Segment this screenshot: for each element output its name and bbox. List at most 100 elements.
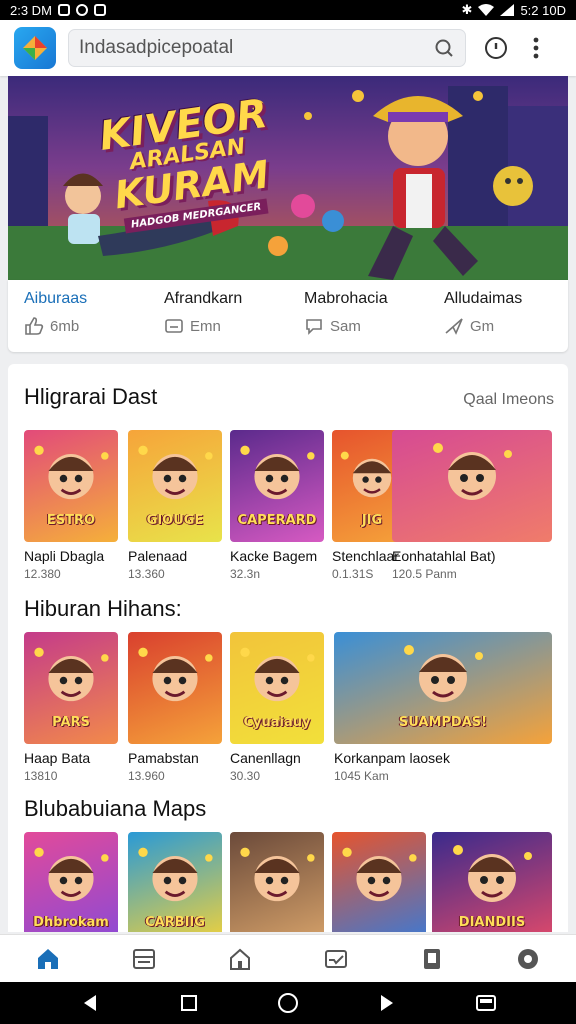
game-artwork: Dhbrokam bbox=[24, 832, 118, 932]
category-tab-afrandkarn[interactable]: Afrandkarn Emn bbox=[148, 280, 288, 352]
game-row: PARS Haap Bata 13810 Pamabstan 13.960 Cyuaiau… bbox=[24, 632, 568, 792]
status-bar: 2:3 DM ✱ 5:2 10D bbox=[0, 0, 576, 20]
game-art-label: ESTRO bbox=[46, 513, 96, 528]
game-tile[interactable] bbox=[332, 832, 426, 932]
bluetooth-icon: ✱ bbox=[461, 2, 473, 17]
more-options-button[interactable] bbox=[522, 34, 550, 62]
hero-artwork bbox=[8, 86, 568, 280]
screen-icon bbox=[476, 995, 497, 1011]
category-meta: 6mb bbox=[50, 317, 80, 335]
game-name: Canenllagn bbox=[230, 750, 301, 766]
game-artwork bbox=[230, 832, 324, 932]
game-tile[interactable] bbox=[230, 832, 324, 932]
game-artwork: PARS bbox=[24, 632, 118, 744]
game-size: 13810 bbox=[24, 769, 58, 783]
character-illustration bbox=[433, 443, 512, 500]
game-tile[interactable]: Pamabstan 13.960 bbox=[128, 632, 222, 783]
content-panel: Hligrarai Dast Qaal Imeons ESTRO Napli Db… bbox=[8, 364, 568, 932]
search-icon[interactable] bbox=[433, 37, 455, 59]
section-title: Hiburan Hihans: bbox=[24, 596, 182, 621]
info-button[interactable] bbox=[482, 34, 510, 62]
game-row: ESTRO Napli Dbagla 12.380 GIOUGE Palenaad 13.… bbox=[24, 430, 568, 590]
game-art-label: Dhbrokam bbox=[33, 915, 109, 930]
wifi-icon bbox=[478, 4, 495, 16]
game-artwork: GIOUGE bbox=[128, 430, 222, 542]
home-circle-icon bbox=[277, 993, 298, 1013]
game-tile[interactable]: SUAMPDAS! Korkanpam laosek 1045 Kam bbox=[334, 632, 552, 783]
game-size: 12.380 bbox=[24, 567, 61, 581]
recents-icon bbox=[180, 995, 197, 1011]
category-meta: Sam bbox=[330, 317, 361, 335]
character-illustration bbox=[342, 847, 417, 902]
game-tile[interactable]: Cyuaiauy Canenllagn 30.30 bbox=[230, 632, 324, 783]
section-header: Hiburan Hihans: bbox=[24, 596, 554, 622]
category-tab-aiburaas[interactable]: Aiburaas 6mb bbox=[8, 280, 148, 352]
game-art-label: DIANDIIS bbox=[458, 915, 526, 930]
game-artwork bbox=[332, 832, 426, 932]
app-logo-icon bbox=[23, 36, 47, 60]
game-art-label: Cyuaiauy bbox=[243, 715, 311, 730]
search-bar[interactable] bbox=[68, 29, 466, 67]
game-size: 32.3n bbox=[230, 567, 261, 581]
game-name: Napli Dbagla bbox=[24, 548, 105, 564]
section-title: Blubabuiana Maps bbox=[24, 796, 207, 821]
status-right-text: 5:2 10D bbox=[520, 2, 566, 18]
game-size: 13.960 bbox=[128, 769, 165, 783]
screen-button[interactable] bbox=[471, 988, 501, 1018]
category-name: Alludaimas bbox=[444, 290, 523, 307]
status-time: 2:3 DM bbox=[10, 2, 52, 18]
game-tile[interactable]: CAPERARD Kacke Bagem 32.3n bbox=[230, 430, 324, 581]
photo-notification-icon bbox=[57, 4, 70, 16]
game-name: Korkanpam laosek bbox=[334, 750, 450, 766]
category-meta: Gm bbox=[470, 317, 495, 335]
section-title: Hligrarai Dast bbox=[24, 384, 158, 409]
messenger-notification-icon bbox=[75, 4, 88, 16]
game-tile[interactable]: CARBIIG bbox=[128, 832, 222, 932]
category-tabs: Aiburaas 6mb Afrandkarn Emn Mabrohacia S… bbox=[8, 280, 568, 352]
nav-profile[interactable] bbox=[480, 935, 576, 983]
nav-home[interactable] bbox=[0, 935, 96, 983]
nav-clipboard[interactable] bbox=[384, 935, 480, 983]
game-tile[interactable]: DIANDIIS bbox=[432, 832, 552, 932]
home-icon bbox=[38, 948, 58, 969]
category-name: Afrandkarn bbox=[164, 290, 243, 307]
category-tab-mabrohacia[interactable]: Mabrohacia Sam bbox=[288, 280, 428, 352]
see-all-link[interactable]: Qaal Imeons bbox=[463, 391, 554, 409]
search-input[interactable] bbox=[79, 37, 433, 59]
game-tile[interactable]: GIOUGE Palenaad 13.360 bbox=[128, 430, 222, 581]
game-art-label: GIOUGE bbox=[146, 513, 204, 528]
hero-banner[interactable]: KIVEOR ARALSAN KURAM HADGOB MEDRGANCER bbox=[8, 76, 568, 280]
bottom-navigation bbox=[0, 934, 576, 982]
nav-house[interactable] bbox=[192, 935, 288, 983]
app-bar bbox=[0, 20, 576, 76]
back-button[interactable] bbox=[75, 988, 105, 1018]
game-artwork: ESTRO bbox=[24, 430, 118, 542]
section-header: Hligrarai Dast Qaal Imeons bbox=[24, 384, 554, 410]
game-name: Eonhatahlal Bat) bbox=[392, 548, 496, 564]
thumb-icon bbox=[25, 317, 44, 335]
game-row: Dhbrokam CARBIIG DIANDIIS bbox=[24, 832, 568, 932]
app-logo[interactable] bbox=[14, 27, 56, 69]
hero-title: KIVEOR ARALSAN KURAM HADGOB MEDRGANCER bbox=[97, 91, 282, 236]
nav-inbox[interactable] bbox=[288, 935, 384, 983]
category-tab-alludaimas[interactable]: Alludaimas Gm bbox=[428, 280, 568, 352]
game-tile[interactable]: PARS Haap Bata 13810 bbox=[24, 632, 118, 783]
more-vert-icon bbox=[533, 37, 539, 59]
house-icon bbox=[230, 948, 250, 970]
game-tile[interactable]: Eonhatahlal Bat) 120.5 Panm bbox=[392, 430, 552, 581]
home-button[interactable] bbox=[273, 988, 303, 1018]
nav-list[interactable] bbox=[96, 935, 192, 983]
profile-icon bbox=[518, 948, 538, 969]
game-artwork bbox=[392, 430, 552, 542]
game-tile[interactable]: ESTRO Napli Dbagla 12.380 bbox=[24, 430, 118, 581]
game-name: Pamabstan bbox=[128, 750, 199, 766]
game-tile[interactable]: Dhbrokam bbox=[24, 832, 118, 932]
gallery-notification-icon bbox=[93, 4, 106, 16]
section-header: Blubabuiana Maps bbox=[24, 796, 554, 822]
assistant-icon bbox=[381, 995, 394, 1011]
recents-button[interactable] bbox=[174, 988, 204, 1018]
clipboard-icon bbox=[424, 948, 440, 969]
assistant-button[interactable] bbox=[372, 988, 402, 1018]
game-name: Kacke Bagem bbox=[230, 548, 318, 564]
game-artwork: SUAMPDAS! bbox=[334, 632, 552, 744]
